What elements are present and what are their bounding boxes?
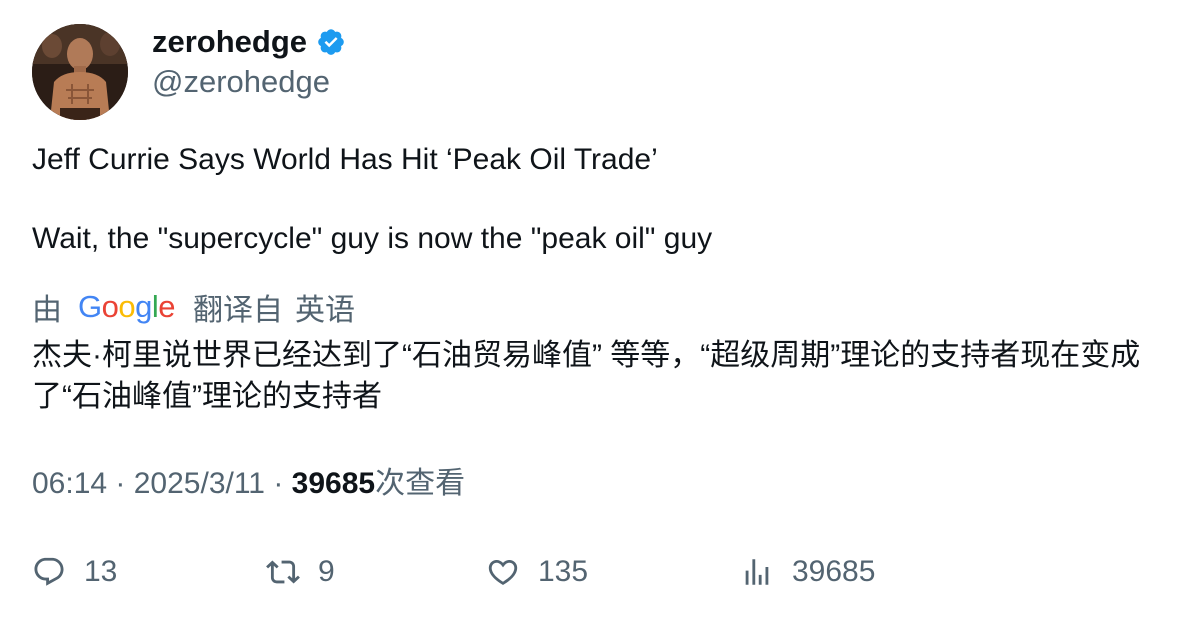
meta-separator: ·: [273, 467, 292, 500]
verified-badge-icon: [318, 29, 344, 55]
like-button[interactable]: 135: [486, 550, 588, 594]
retweet-icon: [266, 560, 300, 584]
translation-suffix: 翻译自: [193, 294, 284, 327]
views-button[interactable]: 39685: [740, 550, 875, 594]
display-name-text[interactable]: zerohedge: [152, 22, 307, 62]
views-action-count: 39685: [792, 555, 876, 588]
action-bar: 13 9 135 39685: [32, 550, 1152, 594]
translated-text: 杰夫·柯里说世界已经达到了“石油贸易峰值” 等等，“超级周期”理论的支持者现在变…: [32, 339, 1141, 413]
reply-count: 13: [84, 555, 118, 588]
meta-separator: ·: [115, 467, 134, 500]
views-label: 次查看: [375, 467, 466, 500]
reply-icon: [34, 557, 64, 586]
tweet-date[interactable]: 2025/3/11: [134, 467, 265, 500]
retweet-button[interactable]: 9: [266, 550, 335, 594]
retweet-count: 9: [318, 555, 335, 588]
tweet-text-line-1: Jeff Currie Says World Has Hit ‘Peak Oil…: [32, 143, 658, 176]
translation-source-language: 英语: [295, 294, 356, 327]
analytics-icon: [745, 559, 769, 585]
like-count: 135: [538, 555, 589, 588]
tweet-text-line-2: Wait, the "supercycle" guy is now the "p…: [32, 222, 713, 255]
tweet-text: Jeff Currie Says World Has Hit ‘Peak Oil…: [32, 140, 1162, 259]
translation-prefix: 由: [32, 294, 62, 327]
display-name[interactable]: zerohedge: [152, 22, 346, 62]
translation-attribution: 由 Google 翻译自 英语: [32, 287, 355, 327]
reply-button[interactable]: 13: [32, 550, 117, 594]
views-count: 39685: [291, 467, 376, 500]
tweet-meta: 06:14 · 2025/3/11 · 39685次查看: [32, 464, 465, 504]
heart-icon: [488, 559, 518, 585]
google-logo: Google: [78, 289, 176, 324]
avatar-image: [32, 24, 128, 120]
author-handle[interactable]: @zerohedge: [152, 62, 330, 102]
avatar[interactable]: [32, 24, 128, 120]
tweet-time[interactable]: 06:14: [32, 467, 107, 500]
